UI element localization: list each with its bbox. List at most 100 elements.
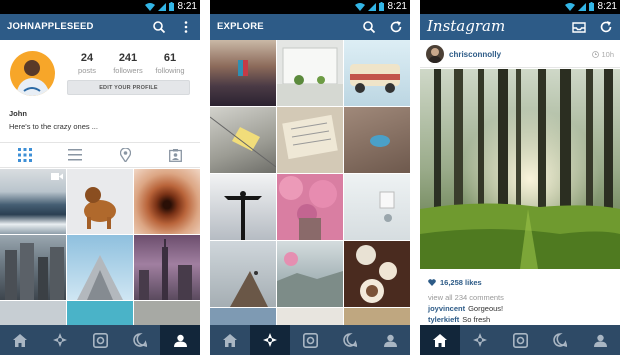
likes-count[interactable]: 16,258 likes xyxy=(428,278,482,287)
nav-explore[interactable] xyxy=(460,325,500,355)
refresh-icon[interactable] xyxy=(599,20,613,34)
avatar[interactable] xyxy=(10,51,55,96)
profile-view-tabs xyxy=(0,142,200,168)
comment: joyvincent Gorgeous! xyxy=(428,304,503,313)
bottom-nav xyxy=(420,325,620,355)
photo-tile[interactable] xyxy=(344,40,410,106)
photo-tile[interactable] xyxy=(67,169,133,234)
activity-icon xyxy=(133,333,147,347)
home-icon xyxy=(223,333,237,347)
tab-tagged[interactable] xyxy=(150,143,200,167)
post-username[interactable]: chrisconnolly xyxy=(449,50,501,59)
edit-profile-button[interactable]: EDIT YOUR PROFILE xyxy=(67,80,190,95)
battery-icon xyxy=(589,2,594,11)
nav-activity[interactable] xyxy=(540,325,580,355)
heart-icon xyxy=(428,279,436,286)
photo-tile[interactable] xyxy=(344,107,410,173)
photo-tile[interactable] xyxy=(277,308,343,325)
photo-tile[interactable] xyxy=(344,241,410,307)
comment-username[interactable]: tylerkieft xyxy=(428,315,459,324)
photo-tile[interactable] xyxy=(67,235,133,300)
post-photo[interactable] xyxy=(420,69,620,269)
app-bar: Instagram xyxy=(420,14,620,40)
battery-icon xyxy=(169,2,174,11)
photo-tile[interactable] xyxy=(134,235,200,300)
tab-list[interactable] xyxy=(50,143,100,167)
photo-tile[interactable] xyxy=(344,308,410,325)
status-bar: 8:21 xyxy=(0,0,200,14)
nav-explore[interactable] xyxy=(250,325,290,355)
following-count[interactable]: 61 following xyxy=(145,52,195,75)
home-icon xyxy=(13,333,27,347)
grid-view-icon xyxy=(18,148,32,162)
nav-explore[interactable] xyxy=(40,325,80,355)
status-time: 8:21 xyxy=(597,1,617,12)
photo-tile[interactable] xyxy=(277,40,343,106)
post-header: chrisconnolly 10h xyxy=(420,40,620,68)
more-icon[interactable] xyxy=(179,20,193,34)
activity-icon xyxy=(343,333,357,347)
profile-screen: 8:21 JOHNAPPLESEED 24 posts 241 follower… xyxy=(0,0,200,355)
status-time: 8:21 xyxy=(387,1,407,12)
tab-map[interactable] xyxy=(100,143,150,167)
map-pin-icon xyxy=(119,148,131,162)
status-bar: 8:21 xyxy=(420,0,620,14)
search-icon[interactable] xyxy=(362,20,376,34)
comment: tylerkieft So fresh xyxy=(428,315,490,324)
photo-tile[interactable] xyxy=(277,174,343,240)
app-bar: JOHNAPPLESEED xyxy=(0,14,200,40)
instagram-logo: Instagram xyxy=(427,17,506,35)
video-icon xyxy=(51,173,63,180)
wifi-icon xyxy=(355,2,365,11)
camera-icon xyxy=(512,332,528,348)
photo-tile[interactable] xyxy=(210,107,276,173)
wifi-icon xyxy=(145,2,155,11)
nav-activity[interactable] xyxy=(120,325,160,355)
comment-text: So fresh xyxy=(462,315,491,324)
tagged-photos-icon xyxy=(168,148,182,162)
photo-tile[interactable] xyxy=(134,169,200,234)
nav-profile[interactable] xyxy=(370,325,410,355)
home-icon xyxy=(433,333,447,347)
photo-tile[interactable] xyxy=(0,301,66,325)
nav-profile[interactable] xyxy=(160,325,200,355)
nav-home[interactable] xyxy=(0,325,40,355)
explore-icon xyxy=(53,333,67,347)
profile-bio: Here's to the crazy ones ... xyxy=(9,122,98,131)
explore-icon xyxy=(263,333,277,347)
search-icon[interactable] xyxy=(152,20,166,34)
photo-tile[interactable] xyxy=(277,241,343,307)
profile-name: John xyxy=(9,109,27,118)
explore-icon xyxy=(473,333,487,347)
view-all-comments-link[interactable]: view all 234 comments xyxy=(428,293,504,302)
refresh-icon[interactable] xyxy=(389,20,403,34)
nav-camera[interactable] xyxy=(290,325,330,355)
nav-home[interactable] xyxy=(420,325,460,355)
camera-icon xyxy=(92,332,108,348)
photo-tile[interactable] xyxy=(210,241,276,307)
nav-activity[interactable] xyxy=(330,325,370,355)
tab-grid[interactable] xyxy=(0,143,50,167)
profile-icon xyxy=(173,334,187,347)
photo-tile[interactable] xyxy=(0,235,66,300)
bottom-nav xyxy=(210,325,410,355)
photo-tile[interactable] xyxy=(344,174,410,240)
inbox-icon[interactable] xyxy=(572,20,586,34)
photo-tile[interactable] xyxy=(210,174,276,240)
post-time: 10h xyxy=(592,50,614,59)
photo-tile[interactable] xyxy=(210,308,276,325)
nav-camera[interactable] xyxy=(80,325,120,355)
page-title: JOHNAPPLESEED xyxy=(7,21,94,32)
photo-tile[interactable] xyxy=(277,107,343,173)
nav-home[interactable] xyxy=(210,325,250,355)
photo-tile[interactable] xyxy=(67,301,133,325)
photo-tile[interactable] xyxy=(0,169,66,234)
comment-text: Gorgeous! xyxy=(468,304,504,313)
comment-username[interactable]: joyvincent xyxy=(428,304,465,313)
nav-profile[interactable] xyxy=(580,325,620,355)
avatar[interactable] xyxy=(426,45,444,63)
photo-tile[interactable] xyxy=(210,40,276,106)
profile-icon xyxy=(593,334,607,347)
nav-camera[interactable] xyxy=(500,325,540,355)
photo-tile[interactable] xyxy=(134,301,200,325)
